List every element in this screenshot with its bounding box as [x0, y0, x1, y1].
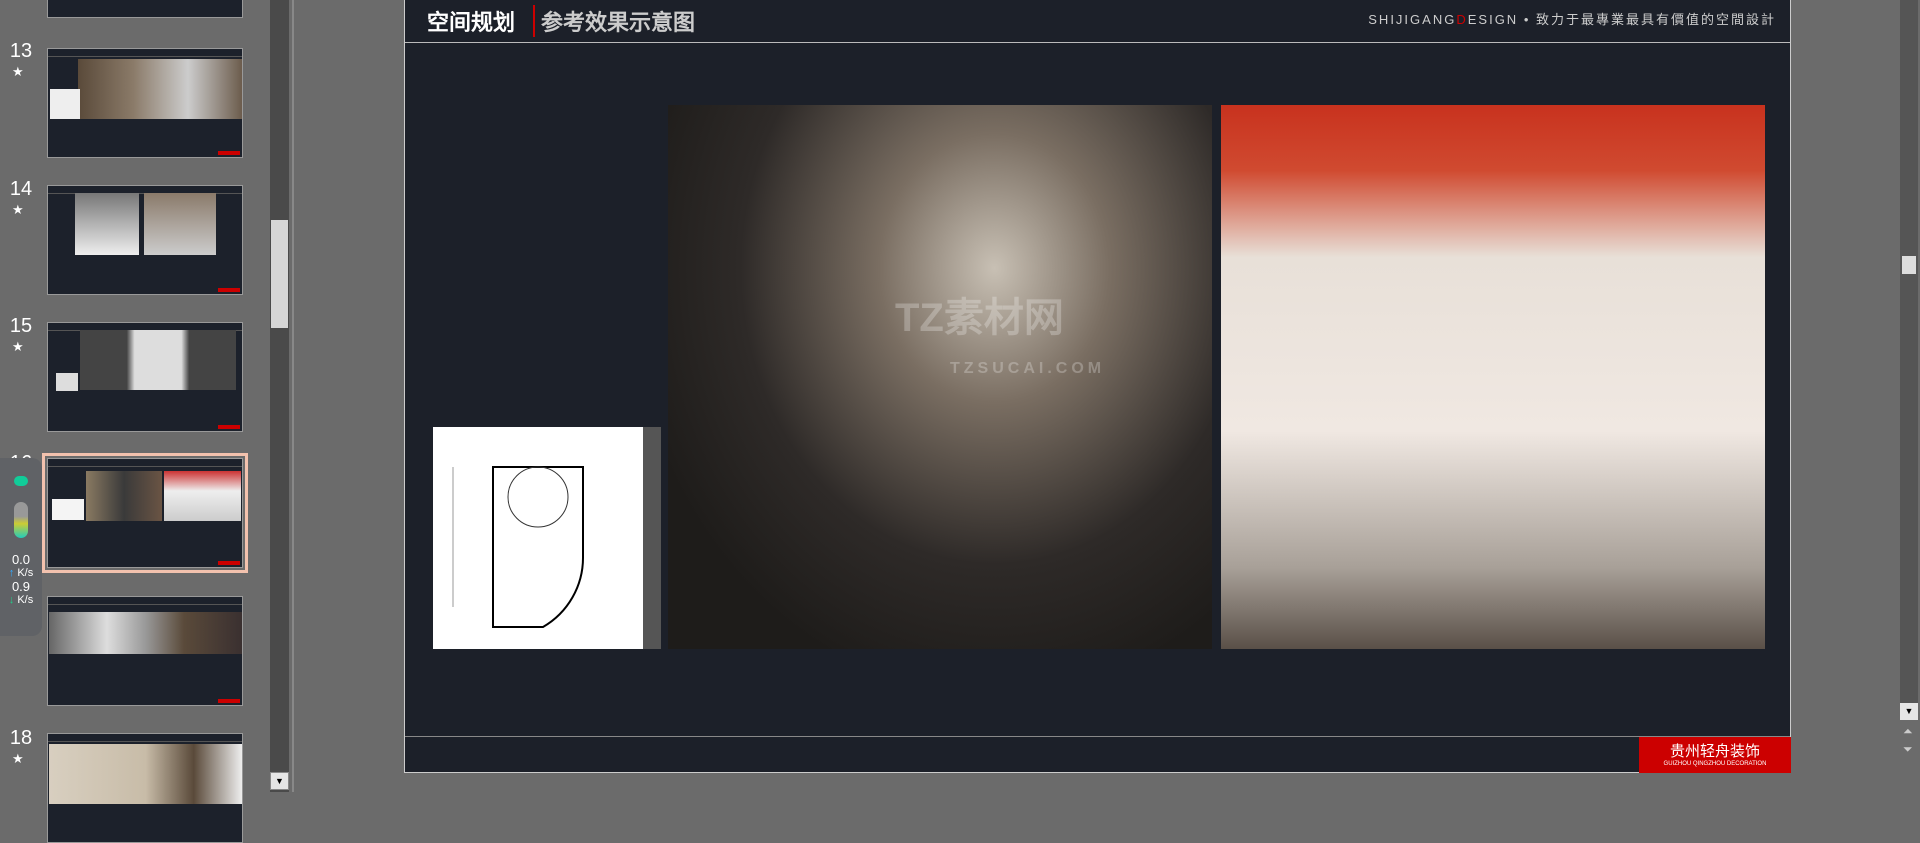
slide-thumbnail-15[interactable]	[47, 322, 243, 432]
brand-tagline: SHIJIGANGDESIGN • 致力于最專業最具有價值的空間設計	[1368, 12, 1776, 27]
floor-plan-image	[433, 427, 661, 649]
download-unit: K/s	[17, 594, 34, 606]
slide-number: 13	[9, 40, 33, 62]
main-scroll-down-button[interactable]: ▼	[1900, 703, 1918, 720]
main-scrollbar[interactable]	[1900, 0, 1918, 720]
animation-star-icon: ★	[12, 339, 24, 354]
main-scrollbar-thumb[interactable]	[1902, 256, 1916, 274]
thumbnail-scrollbar-thumb[interactable]	[271, 220, 288, 328]
scroll-down-button[interactable]: ▼	[270, 772, 289, 790]
slide-number: 18	[9, 727, 33, 749]
spiral-staircase-render-red	[1221, 105, 1765, 649]
slide-thumbnail-18[interactable]	[47, 733, 243, 843]
slide-title: 空间规划	[427, 10, 516, 35]
spiral-staircase-render-dark	[668, 105, 1212, 649]
slide-canvas[interactable]: 空间规划 参考效果示意图 SHIJIGANGDESIGN • 致力于最專業最具有…	[404, 0, 1791, 773]
watermark: TZ素材网	[895, 296, 1064, 340]
slide-thumbnail-12[interactable]	[47, 0, 243, 18]
slide-thumbnail-17[interactable]	[47, 596, 243, 706]
slide-subtitle: 参考效果示意图	[533, 5, 695, 37]
previous-slide-icon[interactable]: ⏶	[1903, 724, 1913, 739]
watermark-url: TZSUCAI.COM	[950, 360, 1106, 377]
animation-star-icon: ★	[12, 64, 24, 79]
network-speed-widget: 0.0 ↑ K/s 0.9 ↓ K/s	[0, 458, 42, 636]
upload-speed: 0.0	[11, 552, 31, 567]
slide-thumbnail-14[interactable]	[47, 185, 243, 295]
thumbnail-scrollbar[interactable]	[270, 0, 289, 792]
upload-unit: K/s	[17, 567, 34, 579]
slide-number: 15	[9, 315, 33, 337]
slide-thumbnail-13[interactable]	[47, 48, 243, 158]
animation-star-icon: ★	[12, 751, 24, 766]
slide-number: 14	[9, 178, 33, 200]
slide-thumbnail-panel: 13 ★ 14 ★ 15 ★ 16 17 ★ 18 ★ ▼	[0, 0, 294, 843]
company-logo: 贵州轻舟装饰 GUIZHOU QINGZHOU DECORATION	[1639, 737, 1791, 773]
download-speed: 0.9	[11, 579, 31, 594]
slide-thumbnail-16[interactable]	[42, 453, 248, 573]
animation-star-icon: ★	[12, 202, 24, 217]
next-slide-icon[interactable]: ⏷	[1903, 742, 1913, 757]
